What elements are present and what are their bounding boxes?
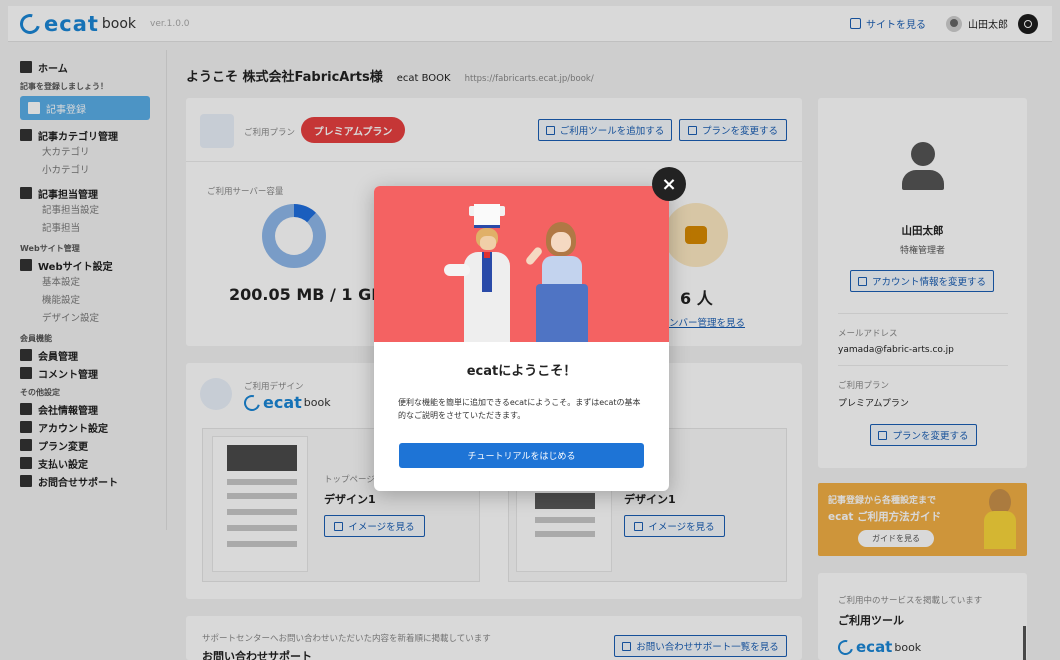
modal-close-button[interactable]: × (652, 167, 686, 201)
start-tutorial-button[interactable]: チュートリアルをはじめる (399, 443, 644, 468)
modal-hero-image (374, 186, 669, 342)
close-icon: × (661, 173, 677, 195)
welcome-modal: ecatにようこそ！ 便利な機能を簡単に追加できるecatにようこそ。まずはec… (374, 186, 669, 491)
hero-man-figure (444, 204, 534, 342)
hero-woman-figure (524, 222, 604, 342)
modal-title: ecatにようこそ！ (466, 364, 577, 379)
modal-description: 便利な機能を簡単に追加できるecatにようこそ。まずはecatの基本的なご説明を… (398, 398, 641, 420)
